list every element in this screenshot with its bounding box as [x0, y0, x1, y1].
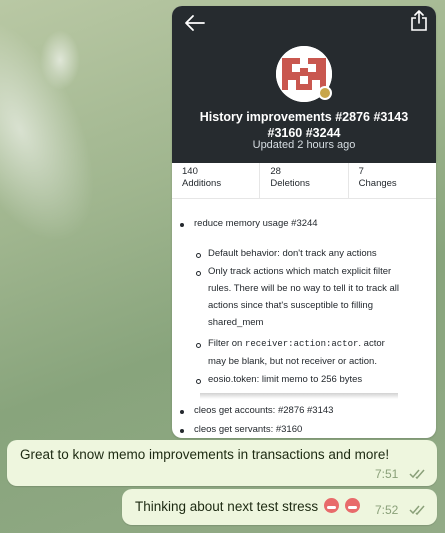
stat-label: Changes — [358, 178, 397, 189]
emoji-icon — [323, 498, 339, 513]
text-fragment: . actor — [358, 338, 385, 349]
stat-label: Deletions — [270, 178, 310, 189]
back-arrow-icon[interactable] — [184, 12, 206, 34]
stat-value: 140 — [182, 166, 198, 177]
card-header: History improvements #2876 #3143 #3160 #… — [172, 6, 436, 163]
bullet — [196, 379, 201, 384]
message-text: Great to know memo improvements in trans… — [20, 447, 390, 462]
bullet — [196, 271, 201, 276]
card-title-line: History improvements #2876 #3143 — [199, 110, 409, 124]
badge-icon — [318, 86, 332, 100]
emoji-icon — [344, 498, 360, 513]
message-time: 7:52 — [375, 503, 399, 517]
github-link-preview-card[interactable]: History improvements #2876 #3143 #3160 #… — [172, 6, 436, 438]
list-item: Only track actions which match explicit … — [208, 266, 392, 277]
card-title: History improvements #2876 #3143 #3160 #… — [172, 109, 436, 141]
list-item-continued: actions since that's susceptible to fill… — [208, 300, 373, 311]
list-item: cleos get servants: #3160 — [194, 424, 303, 435]
message-time: 7:51 — [375, 467, 399, 481]
list-item: Default behavior: don't track any action… — [208, 248, 377, 259]
list-item: Filter on receiver:action:actor. actor — [208, 336, 385, 352]
stat-deletions: 28 Deletions — [260, 163, 349, 198]
read-checkmarks-icon — [409, 505, 425, 516]
read-checkmarks-icon — [409, 469, 425, 480]
message-text: Thinking about next test stress — [135, 498, 360, 514]
bullet — [196, 343, 201, 348]
list-item: reduce memory usage #3244 — [194, 218, 318, 229]
list-item-continued: may be blank, but not receiver or action… — [208, 356, 377, 367]
bullet — [180, 429, 184, 433]
stat-value: 28 — [270, 166, 281, 177]
share-icon[interactable] — [410, 10, 428, 32]
list-item-continued: shared_mem — [208, 317, 264, 328]
list-item-continued: rules. There will be no way to tell it t… — [208, 283, 399, 294]
stat-value: 7 — [358, 166, 364, 177]
bullet — [180, 223, 184, 227]
bullet — [196, 253, 201, 258]
background-glow — [40, 30, 80, 90]
text-fragment: Filter on — [208, 338, 245, 349]
stat-additions: 140 Additions — [172, 163, 261, 198]
message-text-content: Thinking about next test stress — [135, 499, 319, 514]
list-item: eosio.token: limit memo to 256 bytes — [208, 374, 363, 385]
bullet — [180, 410, 184, 414]
divider-shadow — [200, 393, 398, 399]
stats-row: 140 Additions 28 Deletions 7 Changes — [172, 163, 436, 199]
code-fragment: receiver:action:actor — [244, 339, 359, 349]
message-bubble[interactable]: Thinking about next test stress 7:52 — [122, 489, 437, 525]
updated-time: Updated 2 hours ago — [252, 139, 356, 151]
stat-changes: 7 Changes — [349, 163, 436, 198]
message-bubble[interactable]: Great to know memo improvements in trans… — [7, 440, 437, 486]
list-item: cleos get accounts: #2876 #3143 — [194, 405, 334, 416]
stat-label: Additions — [182, 178, 222, 189]
